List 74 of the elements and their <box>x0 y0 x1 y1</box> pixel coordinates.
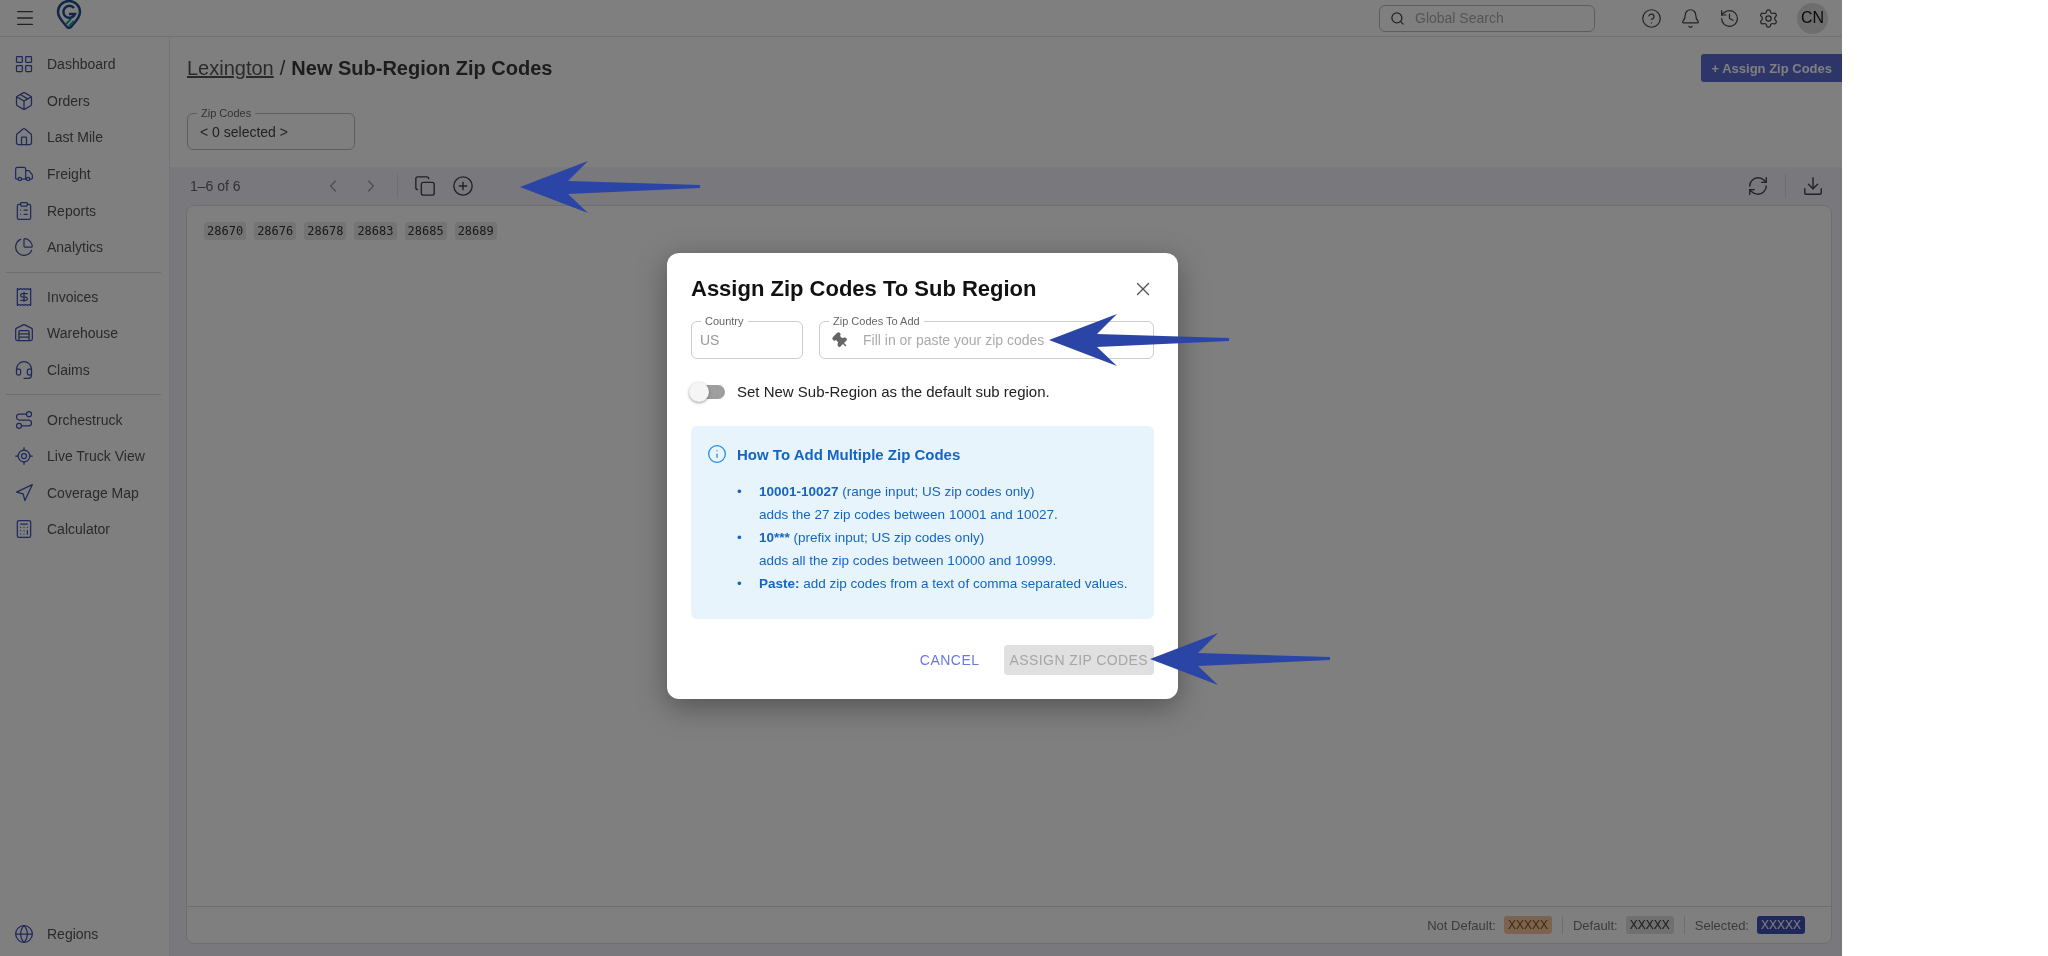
refresh-icon[interactable] <box>1747 175 1769 197</box>
grid-icon <box>14 54 34 75</box>
toggle-label: Set New Sub-Region as the default sub region. <box>737 383 1050 400</box>
sidebar-item[interactable]: Orchestruck <box>0 401 169 438</box>
sidebar-item[interactable]: Regions <box>0 915 169 952</box>
breadcrumb-link[interactable]: Lexington <box>187 56 274 80</box>
settings-icon[interactable] <box>1758 7 1779 29</box>
sidebar-item[interactable]: Invoices <box>0 278 169 316</box>
field-label: Country <box>701 314 748 328</box>
headset-icon <box>14 360 34 381</box>
sidebar-item[interactable]: Calculator <box>0 511 169 548</box>
globe-icon <box>14 923 34 944</box>
field-label: Zip Codes <box>197 106 256 120</box>
calculator-icon <box>14 519 34 540</box>
copy-icon[interactable] <box>413 175 436 197</box>
box-icon <box>14 90 34 111</box>
info-title: How To Add Multiple Zip Codes <box>737 445 961 463</box>
page-range: 1–6 of 6 <box>190 178 241 194</box>
bullet-marker: • <box>737 529 743 547</box>
legend-label: Default: <box>1572 917 1618 933</box>
warehouse-icon <box>14 323 34 344</box>
user-avatar[interactable]: CN <box>1797 2 1828 34</box>
info-icon <box>707 444 727 464</box>
sidebar-item[interactable]: Orders <box>0 82 169 120</box>
receipt-icon <box>14 286 34 307</box>
zip-code-chip[interactable]: 28683 <box>354 222 397 240</box>
sidebar-item[interactable]: Reports <box>0 192 169 229</box>
zip-code-chip[interactable]: 28685 <box>404 222 447 240</box>
bell-icon[interactable] <box>1680 7 1701 29</box>
sidebar-item[interactable]: Analytics <box>0 228 169 266</box>
zip-code-chip[interactable]: 28678 <box>304 222 347 240</box>
house-icon <box>14 127 34 148</box>
default-toggle[interactable] <box>691 384 725 399</box>
zip-code-chip[interactable]: 28689 <box>454 222 497 240</box>
sidebar-item[interactable]: Warehouse <box>0 315 169 352</box>
legend-label: Selected: <box>1694 917 1749 933</box>
logo <box>54 0 84 29</box>
history-icon[interactable] <box>1719 7 1740 29</box>
legend-sample: XXXXX <box>1625 916 1674 934</box>
page-title: New Sub-Region Zip Codes <box>291 56 553 80</box>
assign-zip-codes-button[interactable]: + Assign Zip Codes <box>1701 54 1842 82</box>
sidebar-item[interactable]: Live Truck View <box>0 437 169 475</box>
dialog-title: Assign Zip Codes To Sub Region <box>691 276 1037 302</box>
help-icon[interactable] <box>1641 7 1662 29</box>
clipboard-icon <box>14 200 34 221</box>
zip-code-chip[interactable]: 28670 <box>204 222 247 240</box>
legend-label: Not Default: <box>1427 917 1496 933</box>
navigation-icon <box>14 482 34 503</box>
instruction-text: Paste: add zip codes from a text of comma separated values. <box>759 575 1128 593</box>
sidebar-item[interactable]: Last Mile <box>0 119 169 156</box>
instruction-detail: adds all the zip codes between 10000 and 10999. <box>759 553 1057 568</box>
route-icon <box>14 409 34 430</box>
field-placeholder: Fill in or paste your zip codes <box>863 332 1046 348</box>
field-label: Zip Codes To Add <box>829 314 924 328</box>
legend-sample: XXXXX <box>1756 916 1805 934</box>
search-icon <box>1390 10 1405 26</box>
sidebar-item[interactable]: Dashboard <box>0 46 169 83</box>
sidebar-item[interactable]: Claims <box>0 351 169 389</box>
bullet-marker: • <box>737 483 743 501</box>
download-icon[interactable] <box>1802 175 1824 197</box>
cancel-button[interactable]: CANCEL <box>911 646 988 674</box>
bullet-marker: • <box>737 575 743 593</box>
instruction-text: 10001-10027 (range input; US zip codes only) <box>759 483 1036 501</box>
sidebar-item[interactable]: Coverage Map <box>0 474 169 512</box>
add-icon[interactable] <box>451 175 474 197</box>
pie-chart-icon <box>14 237 34 258</box>
instruction-detail: adds the 27 zip codes between 10001 and 10027. <box>759 507 1058 522</box>
crosshair-icon <box>14 446 34 467</box>
breadcrumb-separator: / <box>279 56 286 80</box>
sidebar-item[interactable]: Freight <box>0 155 169 193</box>
zip-code-chip[interactable]: 28676 <box>254 222 297 240</box>
field-value: US <box>700 332 721 348</box>
legend-sample: XXXXX <box>1503 916 1552 934</box>
instruction-text: 10*** (prefix input; US zip codes only) <box>759 529 986 547</box>
